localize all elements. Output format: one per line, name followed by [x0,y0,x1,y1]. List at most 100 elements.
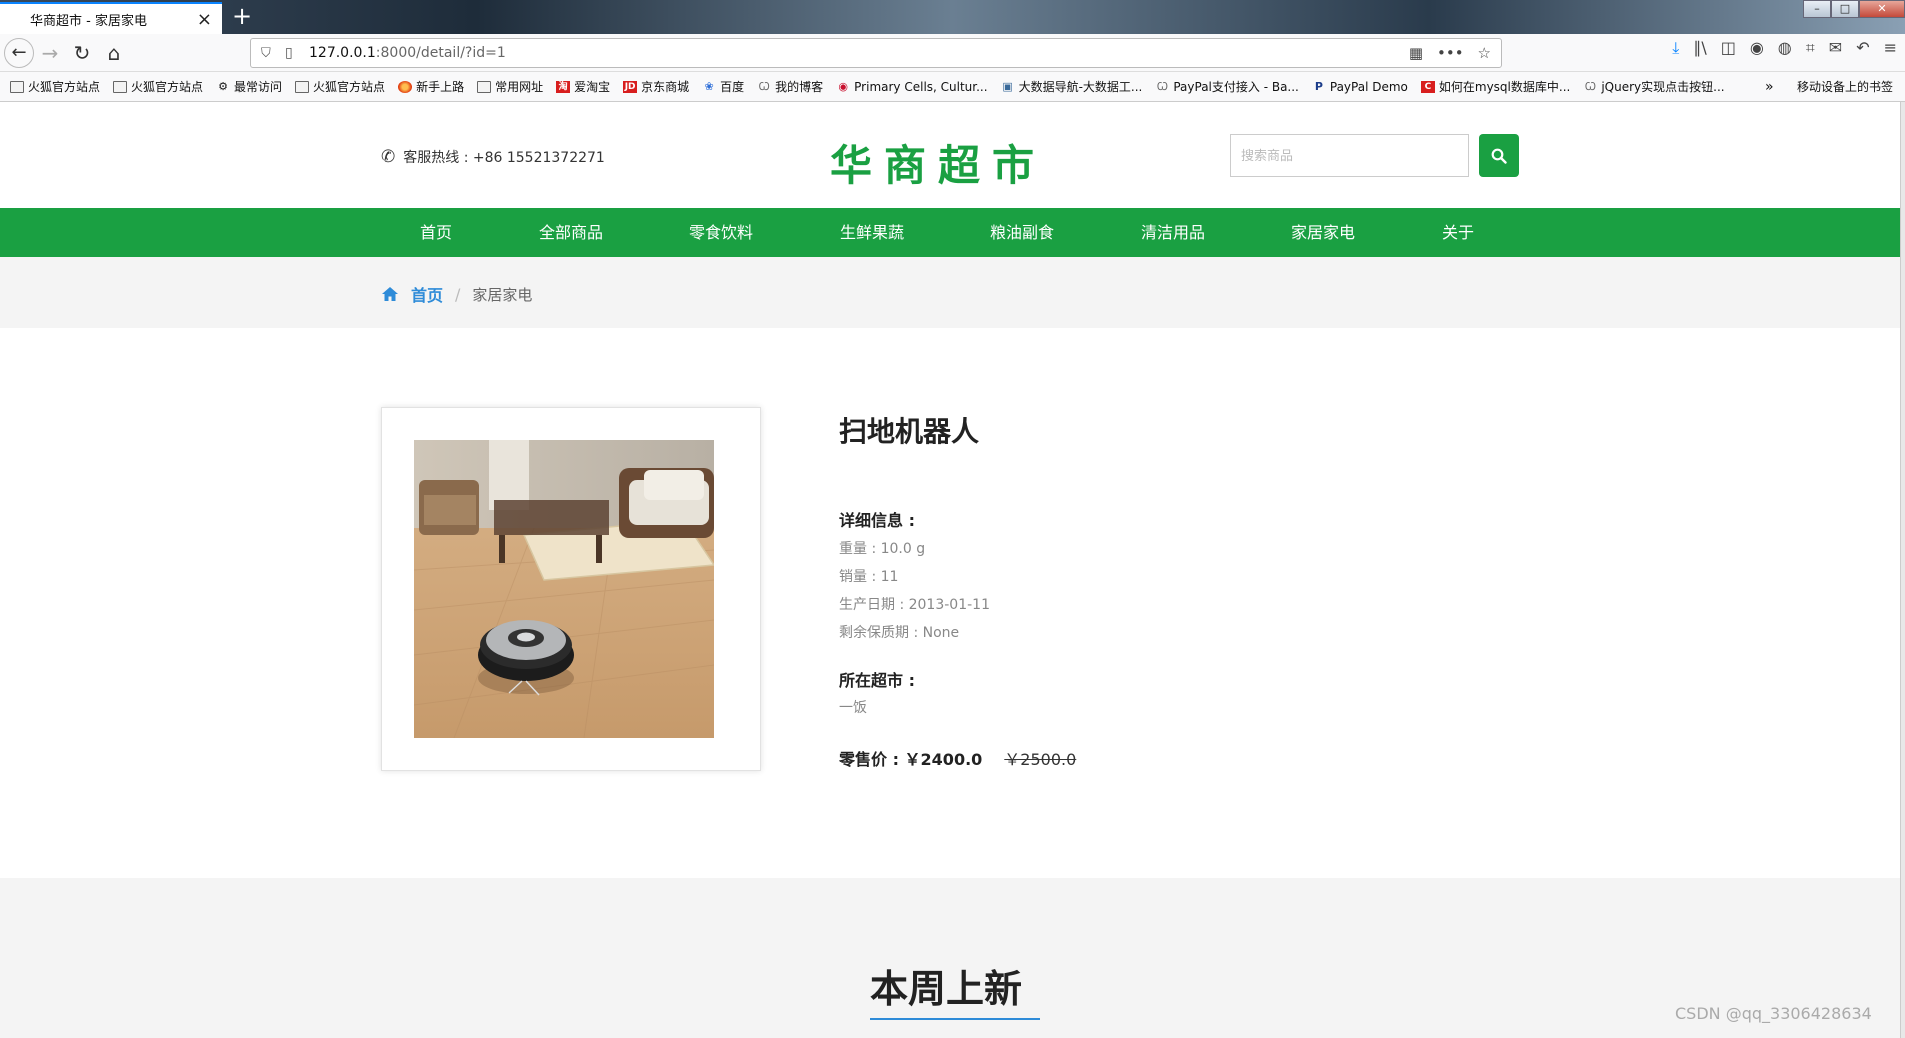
nav-item-home[interactable]: 首页 [420,208,452,257]
bookmark-item[interactable]: 火狐官方站点 [113,78,203,95]
nav-item-all-products[interactable]: 全部商品 [539,208,603,257]
chat-icon[interactable]: ✉ [1829,38,1842,58]
bookmark-star-icon[interactable]: ☆ [1478,44,1491,62]
new-arrivals-title: 本周上新 [870,967,1023,1011]
menu-icon[interactable]: ≡ [1884,38,1897,58]
bookmark-item[interactable]: 常用网址 [477,78,543,95]
gear-icon: ⚙ [218,79,228,93]
search-input[interactable] [1230,134,1469,177]
title-underline [870,1018,1040,1020]
bookmark-label: 常用网址 [495,80,544,94]
product-image-frame [381,407,761,771]
bookmark-label: 火狐官方站点 [28,80,101,94]
folder-icon [113,80,128,93]
main-nav: 首页 全部商品 零食饮料 生鲜果蔬 粮油副食 清洁用品 家居家电 关于 [0,208,1900,257]
nav-item-fresh-produce[interactable]: 生鲜果蔬 [840,208,904,257]
bookmark-label: 火狐官方站点 [313,80,386,94]
csdn-icon: C [1420,80,1435,93]
bookmark-item[interactable]: ꞶjQuery实现点击按钮... [1583,78,1725,95]
close-tab-icon[interactable]: × [197,9,212,30]
bookmark-item[interactable]: ◉ Primary Cells, Cultur... [836,80,987,94]
maximize-icon[interactable]: □ [1831,0,1859,18]
page-scrollbar[interactable] [1900,102,1905,1038]
site-icon: ▣ [1002,79,1013,93]
bookmark-label: 大数据导航-大数据工... [1018,80,1143,94]
bookmark-label: 火狐官方站点 [131,80,204,94]
qr-code-icon[interactable]: ▦ [1409,44,1423,62]
phone-icon: ✆ [381,147,396,167]
screenshot-icon[interactable]: ⌗ [1806,38,1815,58]
site-header: ✆ 客服热线 : +86 15521372271 华商超市 [0,102,1900,208]
details-label: 详细信息 : [839,511,915,530]
blog-icon: Ꞷ [1584,79,1596,93]
search-button[interactable] [1479,134,1519,177]
original-price: ￥2500.0 [1004,750,1077,769]
bookmark-item[interactable]: 火狐官方站点 [10,78,100,95]
tab-title: 华商超市 - 家居家电 [30,13,147,29]
bookmark-item[interactable]: ▣ 大数据导航-大数据工... [1001,78,1143,95]
product-weight: 重量 : 10.0 g [839,541,926,557]
window-controls: – □ ✕ [1803,0,1905,18]
site-logo[interactable]: 华商超市 [830,132,1046,193]
bookmark-label: PayPal Demo [1329,79,1408,94]
product-production-date: 生产日期 : 2013-01-11 [839,597,990,613]
bookmark-item[interactable]: Ꞷ 我的博客 [757,78,823,95]
bookmark-label: PayPal支付接入 - Ba... [1173,80,1299,94]
baidu-icon: ❀ [704,79,714,93]
url-rest: :8000/detail/?id=1 [375,45,506,61]
sidebar-icon[interactable]: ◫ [1721,38,1736,58]
nav-item-cleaning[interactable]: 清洁用品 [1141,208,1205,257]
blog-icon: Ꞷ [1156,79,1168,93]
bookmark-item[interactable]: C 如何在mysql数据库中... [1420,78,1571,95]
nav-item-home-appliances[interactable]: 家居家电 [1291,208,1355,257]
product-shelf-life: 剩余保质期 : None [839,625,960,641]
home-browser-icon[interactable]: ⌂ [98,37,130,69]
breadcrumb-home-link[interactable]: 首页 [411,282,443,306]
nav-item-grain-oil[interactable]: 粮油副食 [990,208,1054,257]
bookmark-item[interactable]: 淘爱淘宝 [556,78,610,95]
nav-item-about[interactable]: 关于 [1442,208,1474,257]
new-arrivals-section: 本周上新 [0,878,1900,1038]
account-icon[interactable]: ◉ [1750,38,1764,58]
window-close-icon[interactable]: ✕ [1859,0,1905,18]
bookmark-label: 最常访问 [234,80,283,94]
browser-tab[interactable]: 华商超市 - 家居家电 × [0,2,222,34]
bookmark-item[interactable]: ⚙ 最常访问 [216,78,282,95]
page-info-icon[interactable]: ▯ [285,45,299,61]
bookmark-label: 百度 [720,80,745,94]
firefox-icon [398,80,413,93]
bookmark-label: 爱淘宝 [574,80,611,94]
bookmark-item[interactable]: 新手上路 [398,78,464,95]
page-actions-icon[interactable]: ••• [1437,44,1464,62]
new-tab-icon[interactable]: + [228,3,256,31]
bookmark-label: 如何在mysql数据库中... [1438,80,1571,94]
product-sales: 销量 : 11 [839,569,899,585]
product-name: 扫地机器人 [839,415,980,448]
bookmarks-overflow-icon[interactable]: » [1765,72,1774,101]
forward-icon[interactable]: → [34,37,66,69]
breadcrumb-separator: / [455,284,461,304]
globe-icon[interactable]: ◍ [1778,38,1792,58]
site-icon: ◉ [838,79,848,93]
bookmark-item[interactable]: ❀ 百度 [702,78,745,95]
bookmark-item[interactable]: P PayPal Demo [1312,80,1408,94]
address-bar[interactable]: ⛉ ▯ 127.0.0.1 :8000/detail/?id=1 ▦ ••• ☆ [250,38,1502,68]
nav-item-snacks-drinks[interactable]: 零食饮料 [689,208,753,257]
back-icon[interactable]: ← [4,37,34,68]
bookmark-label: Primary Cells, Cultur... [854,79,988,94]
product-image[interactable] [414,440,714,738]
bookmark-item[interactable]: 火狐官方站点 [295,78,385,95]
undo-icon[interactable]: ↶ [1856,38,1869,58]
tracking-shield-icon[interactable]: ⛉ [261,46,275,61]
mobile-bookmarks[interactable]: 移动设备上的书签 [1797,72,1893,101]
bookmark-item[interactable]: Ꞷ PayPal支付接入 - Ba... [1155,78,1299,95]
reload-icon[interactable]: ↻ [66,37,98,69]
url-host: 127.0.0.1 [309,45,376,61]
home-icon[interactable] [381,286,399,302]
download-icon[interactable]: ⤓ [1672,38,1679,58]
retail-price: 零售价 : ￥2400.0 [839,750,983,769]
minimize-icon[interactable]: – [1803,0,1831,18]
bookmark-item[interactable]: JD 京东商城 [623,78,689,95]
breadcrumb-current: 家居家电 [472,285,533,304]
library-icon[interactable]: ∥\ [1693,38,1706,58]
